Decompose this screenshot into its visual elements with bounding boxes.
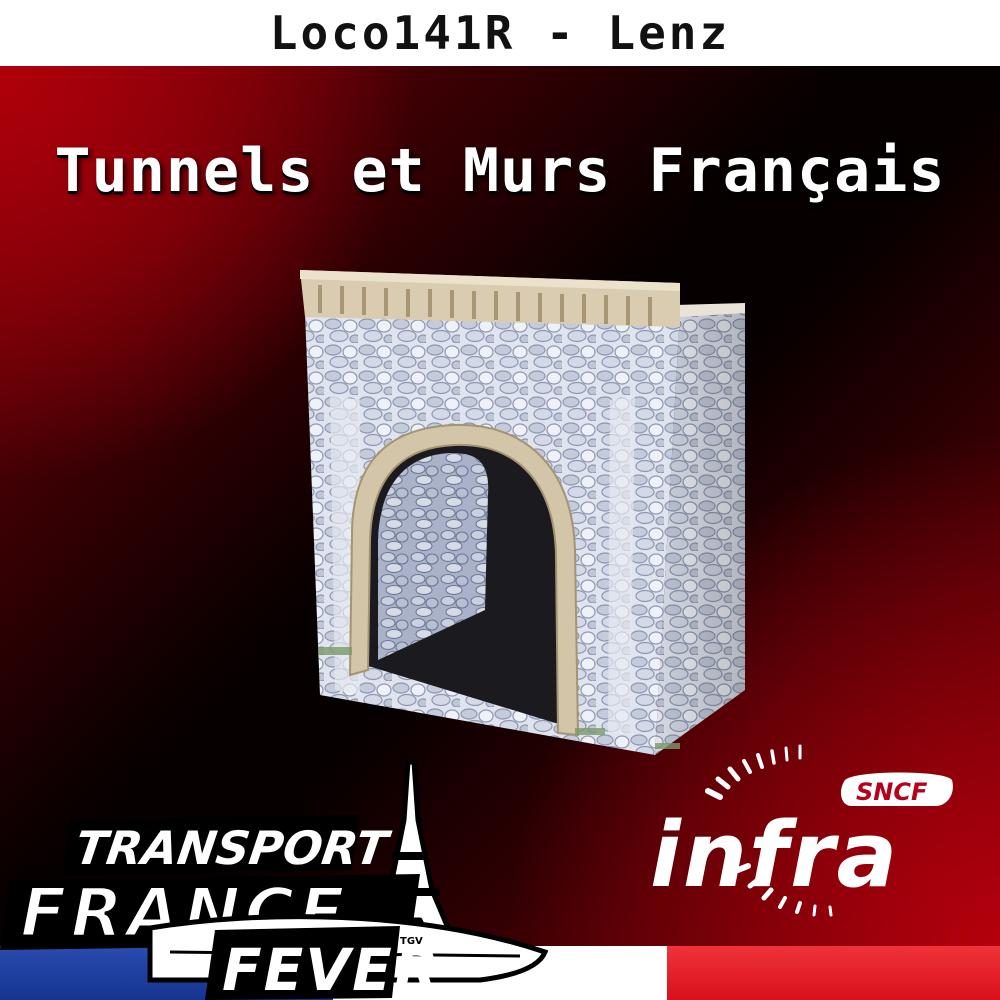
top-banner: Loco141R - Lenz: [0, 0, 1000, 66]
sncf-badge-text: SNCF: [856, 778, 928, 806]
transport-france-fever-logo: TRANSPORT FRANCE TGV FEVER: [0, 760, 549, 1000]
infra-text: infra: [650, 803, 899, 908]
flag-red: [666, 946, 1000, 1000]
tunnel-portal-image: [300, 270, 745, 755]
logo-transport-text: TRANSPORT: [72, 821, 395, 875]
logo-fever-text: FEVER: [222, 936, 440, 1000]
banner-title: Loco141R - Lenz: [269, 6, 731, 60]
sncf-infra-logo: SNCF infra: [650, 744, 953, 917]
page-title: Tunnels et Murs Français: [54, 136, 946, 206]
